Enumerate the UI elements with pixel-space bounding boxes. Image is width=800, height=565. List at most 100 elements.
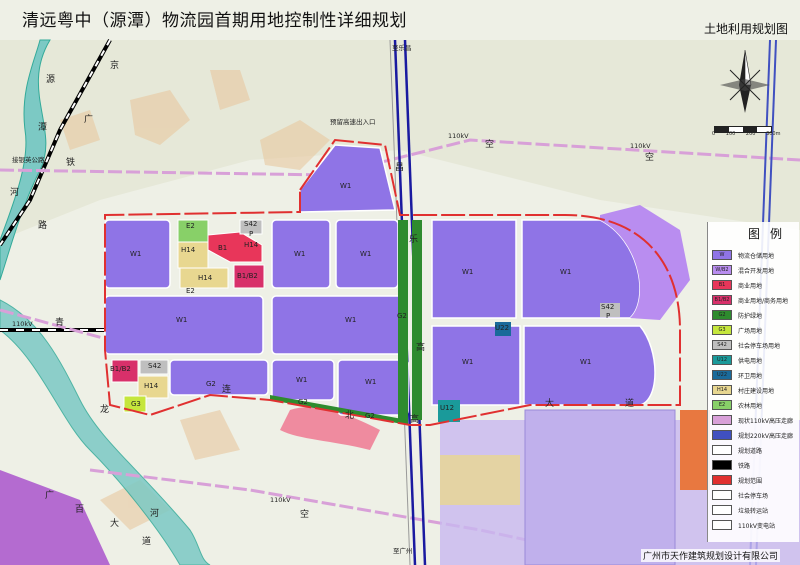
- legend-swatch: [712, 505, 732, 515]
- road-he: 河: [10, 188, 20, 198]
- legend-label: 混合开发用地: [738, 267, 775, 275]
- road-yuan: 源: [46, 75, 56, 85]
- label-kong-3: 空: [300, 510, 310, 520]
- plot-g3: G3: [131, 400, 141, 408]
- plot-w1-e: W1: [176, 316, 188, 324]
- plot-w1-f: W1: [345, 316, 357, 324]
- legend-label: 广场用地: [738, 327, 763, 335]
- legend-label: 防护绿地: [738, 312, 763, 320]
- plot-g2-a: G2: [397, 312, 407, 320]
- plot-b1: B1: [218, 244, 228, 252]
- legend-item: 现状110kV高压走廊: [712, 415, 793, 425]
- legend-label: 铁路: [738, 462, 751, 470]
- scale-label: 100: [725, 131, 736, 137]
- plot-s42-a: S42: [244, 220, 258, 228]
- legend-label: 村庄建设用地: [738, 387, 775, 395]
- plot-s42-c: S42: [601, 303, 615, 311]
- legend-label: 规划范围: [738, 477, 763, 485]
- legend-item: S42 社会停车场用地: [712, 340, 780, 350]
- label-kong-1: 空: [485, 140, 495, 150]
- legend-swatch: [712, 445, 732, 455]
- label-to-guangzhou: 至广州: [393, 547, 413, 555]
- legend-item: W/B2 混合开发用地: [712, 265, 774, 275]
- road-lian: 连: [222, 385, 232, 395]
- plot-p-2: P: [606, 312, 611, 320]
- legend-item: 规划范围: [712, 475, 762, 485]
- plot-u22: U22: [495, 324, 510, 332]
- legend-label: 商业用地: [738, 282, 763, 290]
- legend-label: 规划220kV高压走廊: [738, 432, 794, 440]
- label-kv-2: 110kV: [630, 142, 651, 150]
- plot-g2-c: G2: [298, 398, 308, 406]
- map-frame: 清远粤中（源潭）物流园首期用地控制性详细规划 土地利用规划图 预留高速出入口 接…: [0, 0, 800, 565]
- legend-label: 商业用地/商务用地: [738, 297, 789, 305]
- plot-e2-b: E2: [186, 287, 195, 295]
- road-lu: 路: [38, 221, 48, 231]
- road-dao: 道: [625, 399, 635, 409]
- legend-swatch: [712, 520, 732, 530]
- scale-label: 200: [745, 131, 756, 137]
- legend-label: 社会停车场用地: [738, 342, 781, 350]
- plot-h14-c: H14: [198, 274, 213, 282]
- plot-s42-b: S42: [148, 362, 162, 370]
- road-bei: 北: [345, 411, 355, 421]
- road-gao: 高: [416, 343, 426, 353]
- road-he-2: 河: [150, 509, 160, 519]
- plot-g2-d: G2: [365, 412, 375, 420]
- road-tie: 铁: [66, 158, 76, 168]
- legend-item: 规划道路: [712, 445, 762, 455]
- label-kv-4: 110kV: [270, 496, 291, 504]
- road-chang: 昌: [395, 163, 405, 173]
- legend-label: 农林用地: [738, 402, 763, 410]
- legend-item: 社会停车场: [712, 490, 768, 500]
- plot-w1-g: W1: [296, 376, 308, 384]
- plot-p-1: P: [249, 230, 254, 238]
- legend-label: 供电用地: [738, 357, 763, 365]
- plot-u12: U12: [440, 404, 455, 412]
- road-long: 龙: [100, 405, 110, 415]
- plot-w1-b: W1: [130, 250, 142, 258]
- land-use-map: [0, 0, 800, 565]
- legend-label: 110kV变电站: [738, 522, 776, 530]
- legend-item: W 物流仓储用地: [712, 250, 774, 260]
- plot-g2-b: G2: [206, 380, 216, 388]
- legend-title: 图例: [748, 227, 793, 241]
- legend-label: 现状110kV高压走廊: [738, 417, 794, 425]
- legend-swatch: [712, 490, 732, 500]
- legend-item: 110kV变电站: [712, 520, 775, 530]
- label-yinying-road: 接银英公路: [12, 156, 45, 164]
- legend-item: E2 农林用地: [712, 400, 762, 410]
- legend-item: B1/B2 商业用地/商务用地: [712, 295, 788, 305]
- road-dao-3: 道: [142, 537, 152, 547]
- plot-e2-a: E2: [186, 222, 195, 230]
- legend-swatch: U12: [712, 355, 732, 365]
- legend-item: G2 防护绿地: [712, 310, 762, 320]
- legend-item: B1 商业用地: [712, 280, 762, 290]
- plot-w1-k: W1: [462, 358, 474, 366]
- label-kv-1: 110kV: [448, 132, 469, 140]
- legend-item: U22 环卫用地: [712, 370, 762, 380]
- legend-label: 规划道路: [738, 447, 763, 455]
- legend-swatch: W: [712, 250, 732, 260]
- plot-h14-a: H14: [181, 246, 196, 254]
- legend-swatch: [712, 460, 732, 470]
- legend-swatch: B1/B2: [712, 295, 732, 305]
- road-le: 乐: [409, 235, 419, 245]
- plot-w1-i: W1: [462, 268, 474, 276]
- label-kv-3: 110kV: [12, 320, 33, 328]
- road-qing: 青: [55, 318, 65, 328]
- legend-swatch: U22: [712, 370, 732, 380]
- legend-label: 环卫用地: [738, 372, 763, 380]
- legend-item: 垃圾转运站: [712, 505, 768, 515]
- legend-label: 物流仓储用地: [738, 252, 775, 260]
- legend-swatch: [712, 475, 732, 485]
- plot-b1b2-a: B1/B2: [237, 272, 258, 280]
- legend-label: 垃圾转运站: [738, 507, 769, 515]
- road-guang-2: 广: [45, 491, 55, 501]
- road-gao-2: 高: [410, 415, 420, 425]
- road-da-2: 大: [110, 519, 120, 529]
- plot-w1-h: W1: [365, 378, 377, 386]
- plot-h14-b: H14: [244, 241, 259, 249]
- legend-swatch: G3: [712, 325, 732, 335]
- map-subtitle: 土地利用规划图: [703, 22, 788, 36]
